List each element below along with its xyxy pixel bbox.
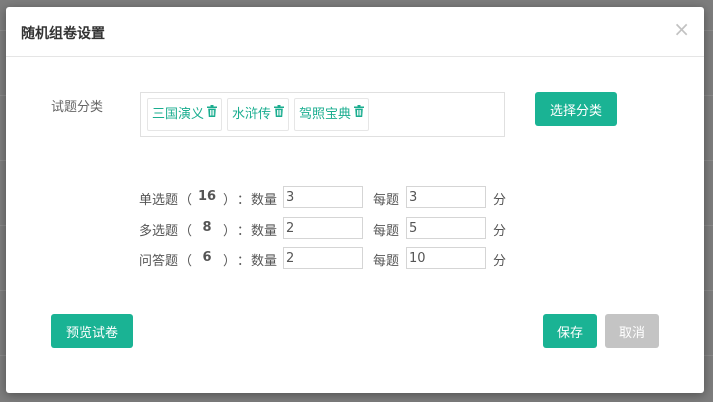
category-tag-label: 驾照宝典: [299, 107, 352, 122]
score-unit: 分: [493, 224, 507, 239]
question-type-label: 单选题: [139, 193, 179, 208]
quantity-input[interactable]: [283, 247, 363, 269]
score-label: 每题: [373, 224, 400, 239]
score-label: 每题: [373, 254, 400, 269]
question-count: 6: [202, 250, 212, 265]
cancel-button[interactable]: 取消: [605, 314, 659, 348]
save-button[interactable]: 保存: [543, 314, 597, 348]
dialog-header: 随机组卷设置 ×: [6, 7, 704, 57]
colon: ：: [237, 193, 251, 208]
paren-close: ）: [223, 193, 237, 208]
question-type-label: 问答题: [139, 254, 179, 269]
trash-icon[interactable]: [354, 98, 365, 129]
category-label: 试题分类: [51, 100, 104, 115]
close-icon[interactable]: ×: [673, 19, 690, 39]
quantity-input[interactable]: [283, 217, 363, 239]
category-tag-label: 水浒传: [232, 107, 272, 122]
quantity-input[interactable]: [283, 186, 363, 208]
question-row-single: 单选题 （ 16 ） ： 数量 每题 分: [139, 186, 539, 208]
paren-close: ）: [223, 224, 237, 239]
score-input[interactable]: [406, 247, 486, 269]
trash-icon[interactable]: [274, 98, 285, 129]
score-unit: 分: [493, 254, 507, 269]
select-category-button[interactable]: 选择分类: [535, 92, 617, 126]
category-tag-label: 三国演义: [152, 107, 205, 122]
question-count: 16: [197, 189, 217, 204]
score-label: 每题: [373, 193, 400, 208]
question-count: 8: [202, 220, 212, 235]
category-tag: 驾照宝典: [294, 98, 370, 131]
paren-open: （: [179, 193, 193, 208]
random-paper-dialog: 随机组卷设置 × 试题分类 三国演义 水浒传 驾照宝典 选择分类 单选题 （ 1…: [6, 7, 704, 393]
question-type-label: 多选题: [139, 224, 179, 239]
score-unit: 分: [493, 193, 507, 208]
category-tag: 三国演义: [147, 98, 223, 131]
colon: ：: [237, 224, 251, 239]
score-input[interactable]: [406, 217, 486, 239]
question-row-multiple: 多选题 （ 8 ） ： 数量 每题 分: [139, 217, 539, 239]
quantity-label: 数量: [251, 193, 278, 208]
paren-open: （: [179, 254, 193, 269]
category-tag-box: 三国演义 水浒传 驾照宝典: [140, 92, 505, 137]
preview-paper-button[interactable]: 预览试卷: [51, 314, 133, 348]
score-input[interactable]: [406, 186, 486, 208]
paren-close: ）: [223, 254, 237, 269]
colon: ：: [237, 254, 251, 269]
paren-open: （: [179, 224, 193, 239]
category-tag: 水浒传: [227, 98, 290, 131]
quantity-label: 数量: [251, 224, 278, 239]
question-row-essay: 问答题 （ 6 ） ： 数量 每题 分: [139, 247, 539, 269]
trash-icon[interactable]: [207, 98, 218, 129]
quantity-label: 数量: [251, 254, 278, 269]
dialog-title: 随机组卷设置: [21, 26, 105, 42]
